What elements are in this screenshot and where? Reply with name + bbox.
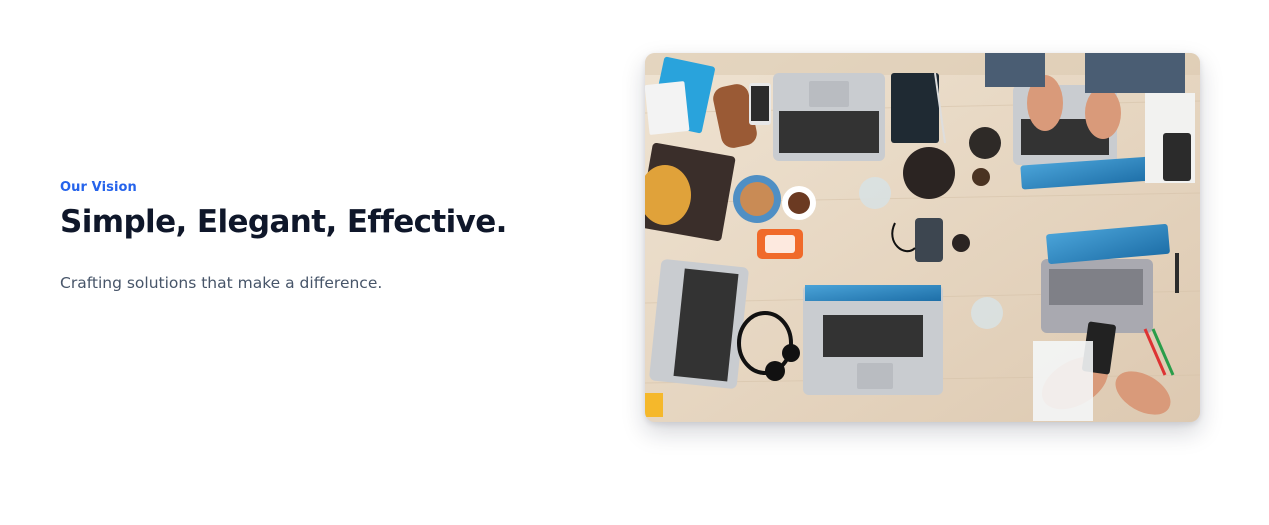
section-headline: Simple, Elegant, Effective. [60, 204, 507, 240]
vision-section: Our Vision Simple, Elegant, Effective. C… [0, 0, 1269, 525]
desk-photo-illustration [645, 53, 1200, 422]
vision-text-block: Our Vision Simple, Elegant, Effective. C… [60, 180, 580, 294]
section-subtext: Crafting solutions that make a differenc… [60, 273, 383, 292]
section-eyebrow: Our Vision [60, 180, 137, 195]
vision-photo [645, 53, 1200, 422]
